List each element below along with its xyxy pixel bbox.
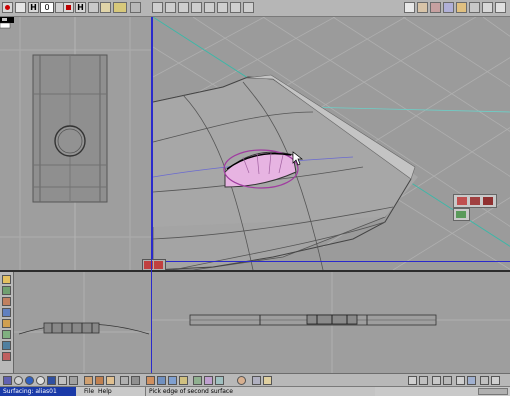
side-view-canvas [152, 272, 510, 373]
rotate-icon[interactable] [165, 2, 176, 13]
zoom-icon[interactable] [191, 2, 202, 13]
check-icon-2[interactable] [2, 352, 11, 361]
cube-icon[interactable] [84, 376, 93, 385]
curve-icon[interactable] [2, 275, 11, 284]
move-icon[interactable] [152, 2, 163, 13]
tool-icon-11[interactable] [215, 376, 224, 385]
tool-icon-4[interactable] [131, 376, 140, 385]
light-icon-2[interactable] [263, 376, 272, 385]
stop-icon[interactable] [63, 2, 74, 13]
fillet-icon[interactable] [457, 197, 467, 205]
fillet-icon-2[interactable] [2, 319, 11, 328]
value-field[interactable]: 0 [40, 2, 54, 13]
tool-icon-3[interactable] [120, 376, 129, 385]
tumble-icon[interactable] [217, 2, 228, 13]
side-view-viewport[interactable] [152, 272, 510, 373]
snap-icon[interactable] [243, 2, 254, 13]
view-icon-9[interactable] [491, 376, 500, 385]
tool-icon[interactable] [15, 2, 26, 13]
render-icon[interactable] [430, 2, 441, 13]
blend-icon-2[interactable] [2, 341, 11, 350]
sphere-icon[interactable] [14, 376, 23, 385]
view-icon-6[interactable] [443, 376, 452, 385]
tool-icon-5[interactable] [146, 376, 155, 385]
red-view-icon-2[interactable] [154, 261, 163, 269]
surface-options-palette[interactable] [453, 194, 497, 208]
tool-icon-10[interactable] [204, 376, 213, 385]
camera-icon[interactable] [443, 2, 454, 13]
perspective-viewport[interactable] [152, 17, 510, 270]
tool-icon-12[interactable] [252, 376, 261, 385]
lasso-icon[interactable] [230, 2, 241, 13]
person-icon[interactable] [237, 376, 246, 385]
light-icon[interactable] [456, 2, 467, 13]
tool-icon-6[interactable] [157, 376, 166, 385]
status-indicator [478, 388, 508, 395]
pan-icon[interactable] [204, 2, 215, 13]
loft-icon[interactable] [2, 308, 11, 317]
scale-icon[interactable] [178, 2, 189, 13]
front-view-viewport[interactable] [14, 272, 151, 373]
rulers-icon[interactable] [130, 2, 141, 13]
blend-icon[interactable] [470, 197, 480, 205]
top-view-viewport[interactable] [0, 17, 151, 270]
tool-icon-9[interactable] [193, 376, 202, 385]
shelf-icon-1[interactable] [3, 376, 12, 385]
help-icon[interactable] [495, 2, 506, 13]
front-view-canvas [14, 272, 151, 373]
view-icon-7[interactable] [456, 376, 465, 385]
camera-icon-2[interactable] [467, 376, 476, 385]
hotkey-h-button-2[interactable]: H [75, 2, 86, 13]
viewport-frame-line [153, 261, 510, 262]
trim-icon[interactable] [2, 297, 11, 306]
view-icon-5[interactable] [432, 376, 441, 385]
pencil-icon[interactable] [100, 2, 111, 13]
grid-icon[interactable] [482, 2, 493, 13]
cylinder-icon[interactable] [47, 376, 56, 385]
perspective-canvas [153, 17, 510, 270]
round-icon[interactable] [483, 197, 493, 205]
red-dot-icon[interactable] [2, 2, 13, 13]
sphere-icon-3[interactable] [36, 376, 45, 385]
hotkey-h-button[interactable]: H [28, 2, 39, 13]
sphere-icon-2[interactable] [25, 376, 34, 385]
layers-icon[interactable] [417, 2, 428, 13]
surface-options-palette-2[interactable] [453, 208, 470, 221]
top-toolbar: H 0 H [0, 0, 510, 17]
draft-icon[interactable] [2, 330, 11, 339]
tool-icon-7[interactable] [168, 376, 177, 385]
doc-icon[interactable] [404, 2, 415, 13]
tool-icon-2[interactable] [106, 376, 115, 385]
view-icon-4[interactable] [419, 376, 428, 385]
check-icon[interactable] [456, 211, 466, 218]
layer-icon[interactable] [113, 2, 127, 13]
arrow-icon[interactable] [88, 2, 99, 13]
tool-palette [0, 272, 14, 373]
book-icon[interactable] [469, 2, 480, 13]
view-icon-8[interactable] [480, 376, 489, 385]
surface-icon[interactable] [2, 286, 11, 295]
cone-icon[interactable] [69, 376, 78, 385]
view-icon-3[interactable] [408, 376, 417, 385]
top-view-canvas [0, 17, 151, 270]
plane-icon[interactable] [95, 376, 104, 385]
bottom-shelf [0, 373, 510, 387]
tool-icon-8[interactable] [179, 376, 188, 385]
torus-icon[interactable] [58, 376, 67, 385]
